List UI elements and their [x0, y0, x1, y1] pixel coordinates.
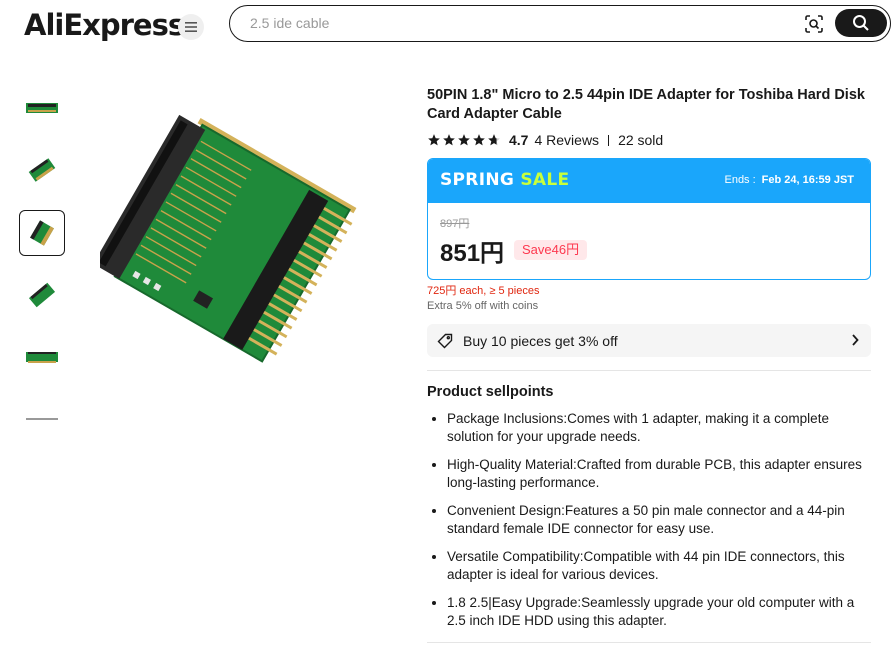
save-badge: Save46円 — [514, 240, 588, 260]
main-product-image[interactable] — [93, 110, 360, 385]
sellpoints-list: Package Inclusions:Comes with 1 adapter,… — [427, 410, 871, 640]
sellpoint-item: High-Quality Material:Crafted from durab… — [427, 456, 871, 492]
image-search-button[interactable] — [802, 12, 826, 36]
logo-text: AliExpress — [24, 8, 185, 42]
thumbnail-5[interactable] — [19, 334, 65, 380]
original-price: 897円 — [440, 218, 470, 230]
divider — [608, 134, 610, 146]
sellpoint-item: Package Inclusions:Comes with 1 adapter,… — [427, 410, 871, 446]
spring-sale-banner: SPRING SALE Ends : Feb 24, 16:59 JST — [428, 159, 870, 203]
rating-row: 4.7 4 Reviews 22 sold — [427, 131, 663, 149]
menu-button[interactable] — [178, 14, 204, 40]
section-divider — [427, 370, 871, 371]
ends-value: Feb 24, 16:59 JST — [761, 174, 854, 186]
sale-title-sale: SALE — [520, 170, 570, 190]
menu-icon — [185, 22, 197, 32]
coins-discount: Extra 5% off with coins — [427, 300, 539, 312]
buy-more-label: Buy 10 pieces get 3% off — [463, 332, 618, 349]
reviews-link[interactable]: 4 Reviews — [534, 132, 599, 148]
search-icon — [853, 15, 869, 31]
thumbnail-4[interactable] — [19, 272, 65, 318]
sale-title: SPRING SALE — [440, 170, 569, 190]
half-star-icon — [488, 134, 500, 146]
buy-more-discount-button[interactable]: Buy 10 pieces get 3% off — [427, 324, 871, 357]
thumbnail-2[interactable] — [19, 147, 65, 193]
ends-label: Ends : — [724, 174, 756, 186]
thumbnail-6[interactable] — [19, 396, 65, 442]
search-input[interactable] — [250, 12, 790, 34]
sellpoint-item: Convenient Design:Features a 50 pin male… — [427, 502, 871, 538]
sale-price-box: SPRING SALE Ends : Feb 24, 16:59 JST 897円… — [427, 158, 871, 280]
star-icon — [473, 134, 485, 146]
sale-title-spring: SPRING — [440, 170, 515, 190]
star-icon — [458, 134, 470, 146]
chevron-right-icon — [852, 334, 859, 346]
star-rating — [427, 133, 501, 147]
thumbnail-1[interactable] — [19, 85, 65, 131]
aliexpress-logo[interactable]: AliExpress — [24, 8, 185, 42]
thumbnail-3[interactable] — [19, 210, 65, 256]
section-divider — [427, 642, 871, 643]
sold-count: 22 sold — [618, 132, 664, 148]
bulk-price: 725円 each, ≥ 5 pieces — [427, 285, 540, 297]
search-bar — [229, 5, 891, 42]
header: AliExpress — [0, 0, 892, 50]
rating-value: 4.7 — [509, 132, 529, 148]
image-search-icon — [805, 15, 823, 33]
current-price: 851円 — [440, 240, 505, 267]
sellpoints-title: Product sellpoints — [427, 384, 554, 400]
search-button[interactable] — [835, 9, 887, 37]
product-title: 50PIN 1.8" Micro to 2.5 44pin IDE Adapte… — [427, 87, 865, 122]
sellpoint-item: Versatile Compatibility:Compatible with … — [427, 548, 871, 584]
sellpoint-item: 1.8 2.5|Easy Upgrade:Seamlessly upgrade … — [427, 594, 871, 630]
adapter-board-illustration — [93, 114, 357, 363]
star-icon — [428, 134, 440, 146]
star-icon — [443, 134, 455, 146]
tag-icon — [437, 333, 453, 349]
sale-end-time: Ends : Feb 24, 16:59 JST — [724, 174, 854, 186]
